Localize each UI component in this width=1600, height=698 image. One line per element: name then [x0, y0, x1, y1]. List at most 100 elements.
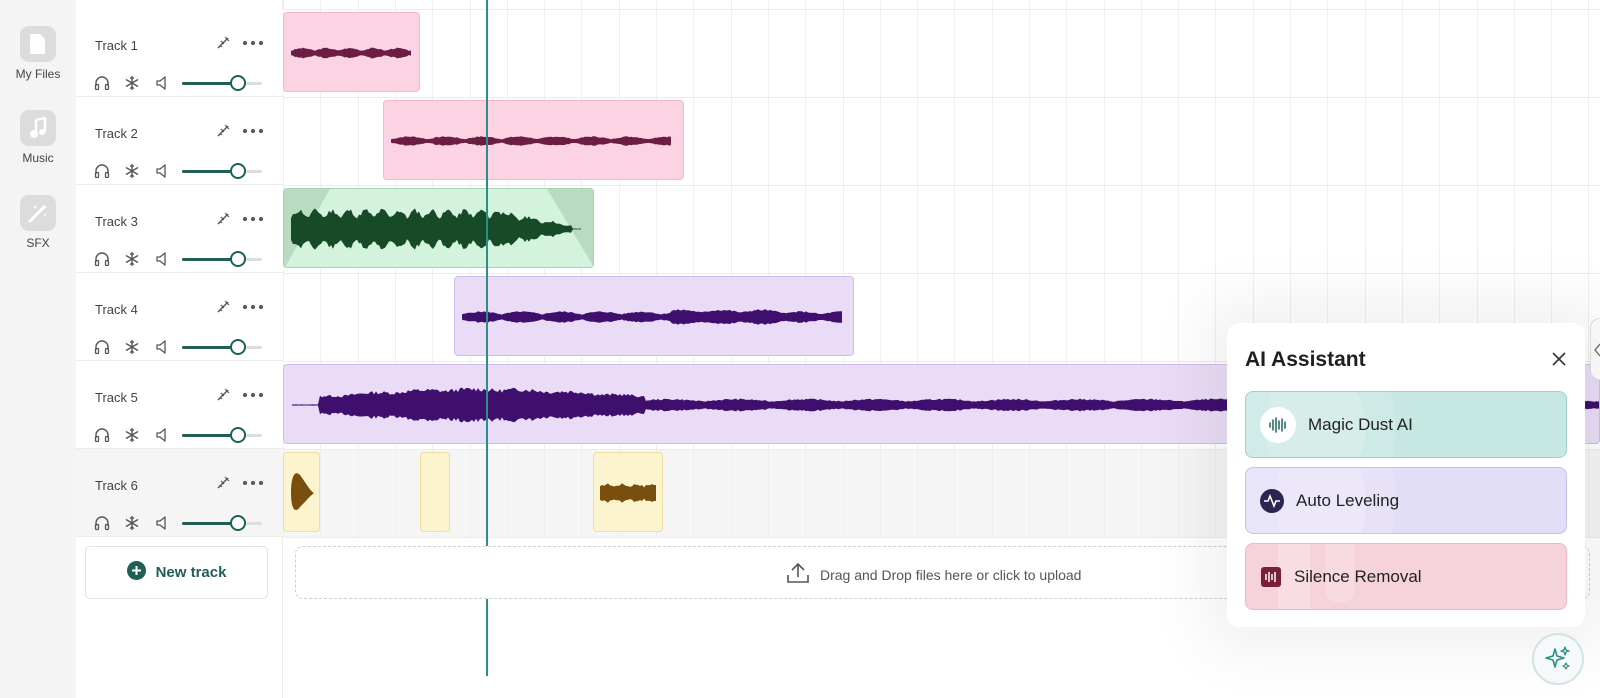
music-note-icon	[20, 110, 56, 146]
row-divider	[283, 97, 1600, 98]
volume-slider[interactable]	[182, 75, 262, 91]
track-header-6[interactable]: Track 6	[76, 449, 283, 537]
track-header-3[interactable]: Track 3	[76, 185, 283, 273]
speaker-volume-icon[interactable]	[154, 250, 172, 268]
edit-track-icon[interactable]	[215, 210, 233, 228]
headphones-icon[interactable]	[93, 74, 111, 92]
headphones-icon[interactable]	[93, 514, 111, 532]
volume-knob[interactable]	[230, 75, 246, 91]
close-icon[interactable]	[1550, 350, 1568, 368]
more-options-icon[interactable]	[242, 474, 264, 492]
new-track-button[interactable]: New track	[85, 546, 268, 599]
silence-removal-button[interactable]: Silence Removal	[1245, 543, 1567, 610]
freeze-snowflake-icon[interactable]	[123, 162, 141, 180]
rail-item-music[interactable]: Music	[0, 110, 76, 165]
panel-collapse-tab[interactable]	[1590, 318, 1600, 380]
edit-track-icon[interactable]	[215, 474, 233, 492]
grid-line	[992, 0, 993, 538]
volume-slider[interactable]	[182, 339, 262, 355]
freeze-snowflake-icon[interactable]	[123, 74, 141, 92]
volume-knob[interactable]	[230, 163, 246, 179]
grid-line	[805, 0, 806, 538]
ai-assistant-toggle-button[interactable]	[1532, 633, 1584, 685]
more-options-icon[interactable]	[242, 122, 264, 140]
audio-clip[interactable]	[283, 12, 420, 92]
grid-line	[1066, 0, 1067, 538]
freeze-snowflake-icon[interactable]	[123, 426, 141, 444]
grid-line	[581, 0, 582, 538]
edit-track-icon[interactable]	[215, 122, 233, 140]
volume-knob[interactable]	[230, 251, 246, 267]
audio-editor: My Files Music SFX Track 1 Track 2 Track 3…	[0, 0, 1600, 698]
track-header-1[interactable]: Track 1	[76, 9, 283, 97]
track-name[interactable]: Track 1	[95, 38, 138, 53]
left-rail: My Files Music SFX	[0, 0, 76, 698]
grid-line	[1215, 0, 1216, 538]
magic-dust-icon	[1260, 406, 1296, 443]
track-header-4[interactable]: Track 4	[76, 273, 283, 361]
headphones-icon[interactable]	[93, 338, 111, 356]
auto-leveling-icon	[1260, 488, 1284, 513]
volume-knob[interactable]	[230, 515, 246, 531]
volume-slider[interactable]	[182, 427, 262, 443]
audio-clip[interactable]	[420, 452, 450, 532]
more-options-icon[interactable]	[242, 386, 264, 404]
file-icon	[20, 26, 56, 62]
option-label: Silence Removal	[1294, 566, 1422, 586]
more-options-icon[interactable]	[242, 210, 264, 228]
volume-knob[interactable]	[230, 339, 246, 355]
speaker-volume-icon[interactable]	[154, 426, 172, 444]
grid-line	[507, 0, 508, 538]
track-header-5[interactable]: Track 5	[76, 361, 283, 449]
audio-clip[interactable]	[283, 188, 594, 268]
edit-track-icon[interactable]	[215, 34, 233, 52]
volume-slider[interactable]	[182, 251, 262, 267]
track-name[interactable]: Track 2	[95, 126, 138, 141]
track-name[interactable]: Track 6	[95, 478, 138, 493]
volume-slider[interactable]	[182, 515, 262, 531]
more-options-icon[interactable]	[242, 34, 264, 52]
grid-line	[1141, 0, 1142, 538]
auto-leveling-button[interactable]: Auto Leveling	[1245, 467, 1567, 534]
rail-item-my-files[interactable]: My Files	[0, 26, 76, 81]
track-name[interactable]: Track 4	[95, 302, 138, 317]
freeze-snowflake-icon[interactable]	[123, 338, 141, 356]
track-header-2[interactable]: Track 2	[76, 97, 283, 185]
new-track-label: New track	[155, 564, 227, 581]
grid-line	[843, 0, 844, 538]
audio-clip[interactable]	[383, 100, 684, 180]
freeze-snowflake-icon[interactable]	[123, 250, 141, 268]
rail-item-sfx[interactable]: SFX	[0, 195, 76, 250]
speaker-volume-icon[interactable]	[154, 74, 172, 92]
volume-slider[interactable]	[182, 163, 262, 179]
edit-track-icon[interactable]	[215, 386, 233, 404]
track-name[interactable]: Track 3	[95, 214, 138, 229]
grid-line	[693, 0, 694, 538]
audio-clip[interactable]	[283, 452, 320, 532]
waveform	[391, 136, 671, 146]
edit-track-icon[interactable]	[215, 298, 233, 316]
speaker-volume-icon[interactable]	[154, 162, 172, 180]
volume-knob[interactable]	[230, 427, 246, 443]
more-options-icon[interactable]	[242, 298, 264, 316]
headphones-icon[interactable]	[93, 426, 111, 444]
grid-line	[880, 0, 881, 538]
grid-line	[954, 0, 955, 538]
headphones-icon[interactable]	[93, 250, 111, 268]
speaker-volume-icon[interactable]	[154, 338, 172, 356]
audio-clip[interactable]	[593, 452, 663, 532]
grid-line	[731, 0, 732, 538]
track-name[interactable]: Track 5	[95, 390, 138, 405]
speaker-volume-icon[interactable]	[154, 514, 172, 532]
waveform	[600, 483, 656, 503]
headphones-icon[interactable]	[93, 162, 111, 180]
waveform	[284, 189, 593, 267]
row-divider	[283, 9, 1600, 10]
plus-circle-icon	[126, 561, 146, 584]
magic-dust-ai-button[interactable]: Magic Dust AI	[1245, 391, 1567, 458]
rail-label: My Files	[15, 67, 61, 81]
sparkle-icon	[1545, 646, 1570, 670]
drop-zone-label: Drag and Drop files here or click to upl…	[820, 566, 1082, 583]
freeze-snowflake-icon[interactable]	[123, 514, 141, 532]
audio-clip[interactable]	[454, 276, 854, 356]
